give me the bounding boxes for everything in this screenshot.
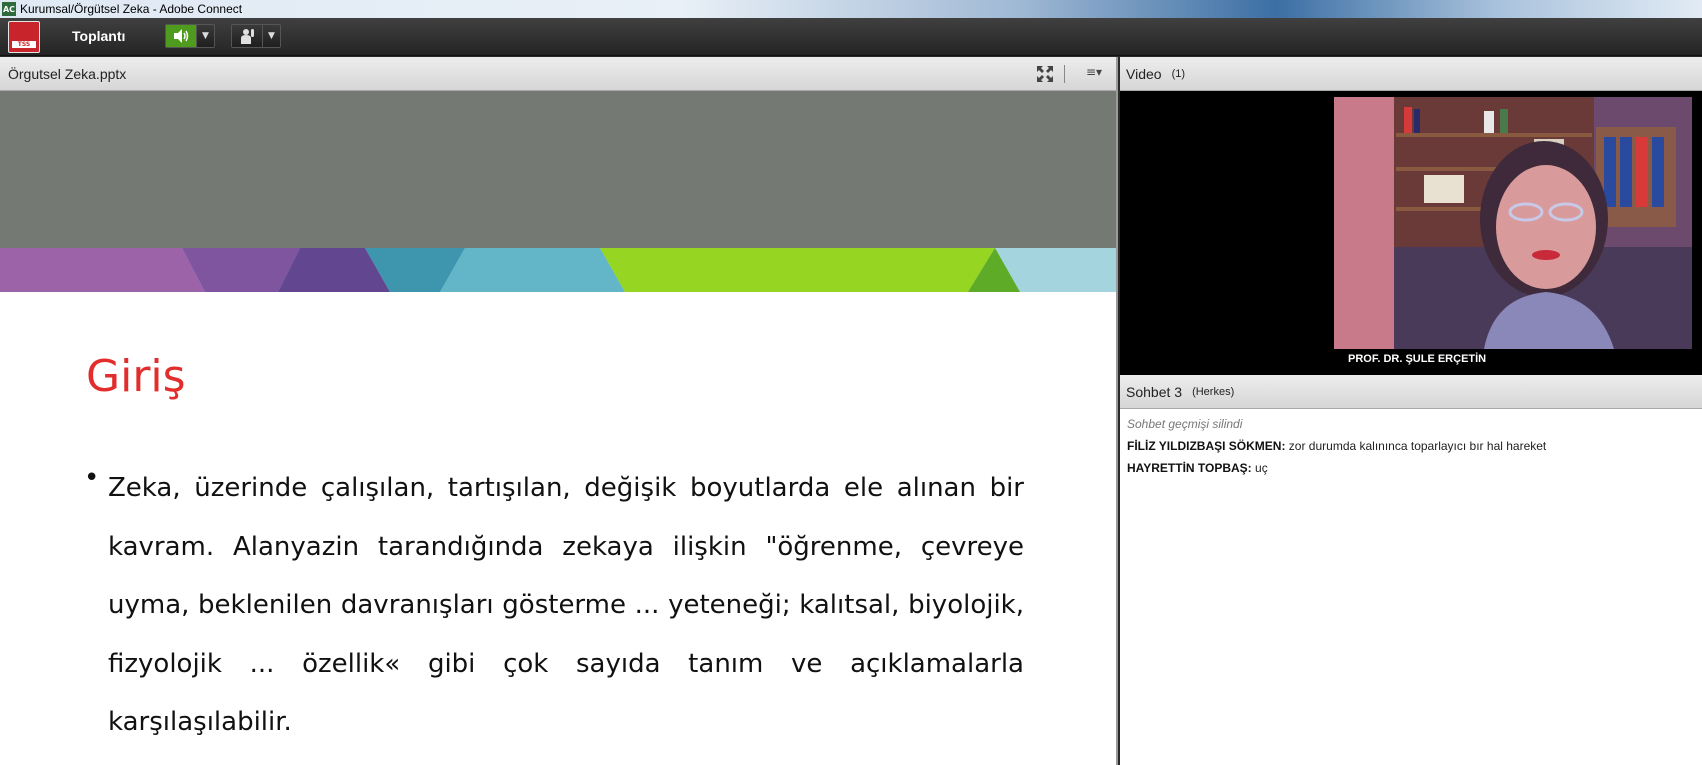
presentation-slide: Giriş • Zeka, üzerinde çalışılan, tartış… [0, 91, 1116, 765]
share-pod: Örgutsel Zeka.pptx ≡▾ Giriş • Zeka, üzer… [0, 57, 1118, 765]
window-title: Kurumsal/Örgütsel Zeka - Adobe Connect [20, 2, 243, 16]
chat-text: uç [1255, 461, 1268, 475]
chat-scope: (Herkes) [1192, 385, 1235, 398]
raise-hand-button[interactable]: ▼ [231, 24, 281, 48]
chat-message-list[interactable]: Sohbet geçmişi silindi FİLİZ YILDIZBAŞI … [1120, 409, 1702, 491]
window-titlebar: AC Kurumsal/Örgütsel Zeka - Adobe Connec… [0, 0, 1702, 18]
chat-sender: HAYRETTİN TOPBAŞ: [1127, 461, 1252, 475]
adobe-connect-app-icon: AC [2, 2, 16, 16]
video-pod-title: Video [1126, 65, 1162, 82]
video-participant-count: (1) [1171, 67, 1186, 80]
chat-text: zor durumda kalınınca toparlayıcı bır ha… [1288, 439, 1547, 453]
slide-heading: Giriş [86, 351, 186, 402]
person-hand-icon[interactable] [232, 25, 262, 47]
main-toolbar: TSS Toplantı ▼ ▼ [0, 18, 1702, 56]
logo-text: TSS [12, 41, 36, 48]
share-pod-header: Örgutsel Zeka.pptx ≡▾ [0, 57, 1116, 91]
speaker-dropdown-chevron-icon[interactable]: ▼ [196, 25, 214, 47]
slide-body-text: Zeka, üzerinde çalışılan, tartışılan, de… [108, 473, 1024, 737]
presenter-video-feed[interactable] [1334, 97, 1692, 349]
presenter-name-label: PROF. DR. ŞULE ERÇETİN [1348, 353, 1487, 365]
header-divider [1064, 65, 1065, 83]
video-pod-header: Video (1) [1120, 57, 1702, 91]
chat-sender: FİLİZ YILDIZBAŞI SÖKMEN: [1127, 439, 1286, 453]
chat-history-note: Sohbet geçmişi silindi [1127, 417, 1243, 431]
pod-menu-icon[interactable]: ≡▾ [1086, 65, 1102, 79]
speaker-button[interactable]: ▼ [165, 24, 215, 48]
share-pod-title: Örgutsel Zeka.pptx [8, 65, 127, 82]
status-dropdown-chevron-icon[interactable]: ▼ [262, 25, 280, 47]
right-panel: Video (1) PROF. DR. ŞULE ERÇETİN Sohbet … [1120, 57, 1702, 765]
chat-pod-header: Sohbet 3 (Herkes) [1120, 375, 1702, 409]
speaker-icon[interactable] [166, 25, 196, 47]
meeting-menu[interactable]: Toplantı [72, 28, 125, 44]
organization-logo: TSS [8, 21, 40, 53]
chat-message: FİLİZ YILDIZBAŞI SÖKMEN: zor durumda kal… [1127, 439, 1695, 453]
chat-pod-title: Sohbet 3 [1126, 383, 1183, 400]
bullet-icon: • [84, 463, 100, 493]
chat-message: HAYRETTİN TOPBAŞ: uç [1127, 461, 1695, 475]
fullscreen-icon[interactable] [1036, 65, 1054, 83]
slide-top-banner [0, 91, 1116, 248]
video-area: PROF. DR. ŞULE ERÇETİN [1120, 91, 1702, 375]
slide-color-band [0, 248, 1116, 292]
